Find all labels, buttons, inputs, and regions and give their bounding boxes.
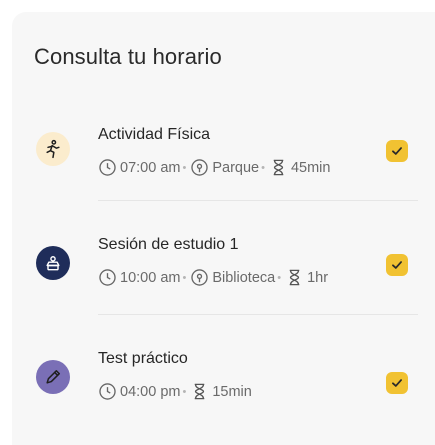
item-title: Actividad Física	[98, 126, 211, 143]
runner-icon	[46, 139, 60, 159]
clock-icon	[99, 159, 116, 176]
study-group-icon	[46, 256, 60, 271]
activity-avatar	[36, 246, 70, 280]
item-duration: 15min	[212, 383, 252, 400]
item-duration: 45min	[290, 159, 331, 176]
item-meta: 04:00 pm • 15min	[98, 382, 252, 401]
activity-avatar	[36, 132, 70, 166]
separator-dot: •	[277, 271, 282, 284]
schedule-card: Consulta tu horario Actividad Física 07:…	[12, 12, 435, 445]
divider	[98, 200, 418, 201]
item-time: 10:00 am	[120, 269, 181, 286]
location-pin-icon	[191, 159, 209, 176]
card-title: Consulta tu horario	[34, 44, 222, 69]
item-location: Parque	[212, 159, 260, 176]
divider	[98, 314, 418, 315]
separator-dot: •	[182, 161, 187, 174]
separator-dot: •	[182, 385, 187, 398]
item-title: Sesión de estudio 1	[98, 236, 239, 253]
location-pin-icon	[191, 269, 209, 286]
schedule-item[interactable]: Sesión de estudio 1 10:00 am • Bibliotec…	[12, 224, 435, 304]
item-title: Test práctico	[98, 350, 188, 367]
schedule-item[interactable]: Test práctico 04:00 pm • 15min	[12, 338, 435, 418]
separator-dot: •	[261, 161, 265, 174]
item-duration: 1hr	[307, 269, 329, 286]
item-time: 04:00 pm	[120, 383, 181, 400]
hourglass-icon	[195, 383, 205, 400]
separator-dot: •	[182, 271, 187, 284]
clock-icon	[99, 269, 116, 286]
pencil-icon	[46, 370, 60, 384]
check-icon	[392, 379, 402, 387]
done-checkbox[interactable]	[386, 254, 408, 276]
item-time: 07:00 am	[120, 159, 181, 176]
hourglass-icon	[289, 269, 300, 286]
item-meta: 07:00 am • Parque • 45min	[98, 158, 330, 177]
hourglass-icon	[273, 159, 284, 176]
schedule-item[interactable]: Actividad Física 07:00 am • Parque • 45m…	[12, 112, 435, 192]
activity-avatar	[36, 360, 70, 394]
done-checkbox[interactable]	[386, 140, 408, 162]
clock-icon	[99, 383, 116, 400]
done-checkbox[interactable]	[386, 372, 408, 394]
check-icon	[392, 147, 402, 155]
check-icon	[392, 261, 402, 269]
item-location: Biblioteca	[212, 269, 276, 286]
item-meta: 10:00 am • Biblioteca • 1hr	[98, 268, 328, 287]
